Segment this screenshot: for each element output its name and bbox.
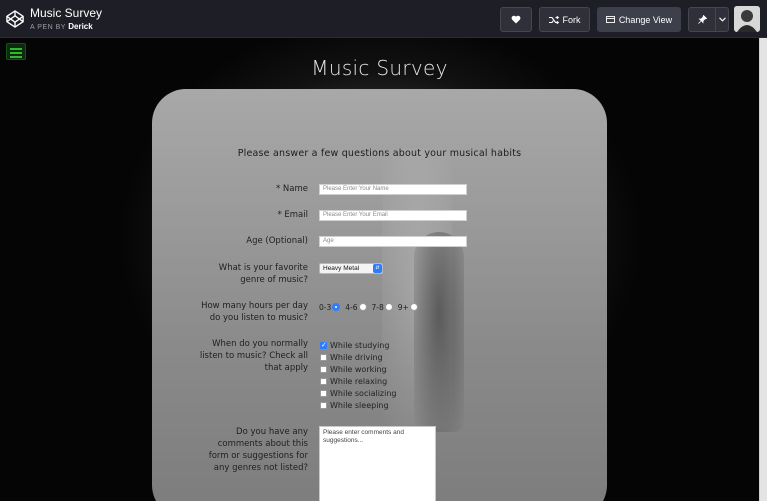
checkbox-label: While driving bbox=[330, 352, 383, 362]
pen-preview: Music Survey Please answer a few questio… bbox=[0, 38, 767, 501]
checkbox-studying[interactable] bbox=[320, 341, 327, 349]
fork-icon bbox=[548, 15, 559, 24]
hours-option-label: 9+ bbox=[397, 302, 409, 312]
change-view-label: Change View bbox=[618, 14, 673, 25]
author-name[interactable]: Derick bbox=[68, 22, 92, 31]
genre-selected-value: Heavy Metal bbox=[323, 265, 360, 272]
name-label: * Name bbox=[275, 184, 308, 194]
comments-textarea[interactable]: Please enter comments and suggestions... bbox=[319, 426, 436, 501]
checkbox-relaxing[interactable] bbox=[320, 377, 327, 385]
avatar-image bbox=[734, 6, 760, 32]
survey-intro: Please answer a few questions about your… bbox=[237, 148, 522, 159]
hours-radio-4-6[interactable] bbox=[358, 303, 367, 311]
pen-author[interactable]: A PEN BY Derick bbox=[30, 22, 93, 31]
checkbox-label: While sleeping bbox=[330, 400, 389, 410]
checkbox-socializing[interactable] bbox=[320, 389, 327, 397]
checkbox-item-socializing[interactable]: While socializing bbox=[320, 387, 397, 399]
user-avatar[interactable] bbox=[734, 6, 760, 32]
age-placeholder: Age bbox=[323, 238, 334, 244]
love-button[interactable] bbox=[500, 7, 532, 32]
heart-icon bbox=[511, 15, 521, 24]
pin-menu-button[interactable] bbox=[715, 7, 729, 32]
checkbox-sleeping[interactable] bbox=[320, 401, 327, 409]
hours-label: How many hours per day do you listen to … bbox=[201, 301, 308, 323]
hours-option-label: 4-6 bbox=[345, 302, 358, 312]
checkbox-label: While working bbox=[330, 364, 387, 374]
email-placeholder: Please Enter Your Email bbox=[323, 212, 388, 218]
name-placeholder: Please Enter Your Name bbox=[323, 186, 389, 192]
checkbox-label: While socializing bbox=[330, 388, 397, 398]
checkbox-item-working[interactable]: While working bbox=[320, 363, 397, 375]
change-view-button[interactable]: Change View bbox=[597, 7, 681, 32]
codepen-header: Music Survey A PEN BY Derick Fork Change… bbox=[0, 0, 767, 38]
hours-option-label: 7-8 bbox=[371, 302, 384, 312]
codepen-logo-icon[interactable] bbox=[6, 10, 24, 28]
pen-by-prefix: A PEN BY bbox=[30, 24, 66, 31]
checkbox-label: While studying bbox=[330, 340, 390, 350]
background-figure bbox=[414, 232, 464, 432]
genre-select[interactable]: Heavy Metal ⇵ bbox=[319, 263, 383, 274]
checkbox-working[interactable] bbox=[320, 365, 327, 373]
fork-button[interactable]: Fork bbox=[539, 7, 590, 32]
hours-radio-9-plus[interactable] bbox=[409, 303, 418, 311]
select-arrows-icon: ⇵ bbox=[373, 264, 382, 273]
page-scrollbar[interactable] bbox=[759, 38, 767, 501]
email-label: * Email bbox=[277, 210, 308, 220]
pin-icon bbox=[697, 15, 707, 24]
hours-radio-0-3[interactable] bbox=[332, 303, 341, 311]
hours-radio-7-8[interactable] bbox=[384, 303, 393, 311]
age-input[interactable]: Age bbox=[319, 236, 467, 247]
hours-radio-group: 0-3 4-6 7-8 9+ bbox=[319, 301, 423, 313]
checkbox-item-relaxing[interactable]: While relaxing bbox=[320, 375, 397, 387]
survey-title: Music Survey bbox=[311, 56, 448, 80]
name-input[interactable]: Please Enter Your Name bbox=[319, 184, 467, 195]
fork-label: Fork bbox=[562, 14, 581, 25]
chevron-down-icon bbox=[718, 17, 726, 22]
layout-icon bbox=[605, 16, 615, 23]
when-checkbox-group: While studying While driving While worki… bbox=[320, 339, 397, 411]
pen-title[interactable]: Music Survey bbox=[30, 6, 102, 20]
checkbox-label: While relaxing bbox=[330, 376, 388, 386]
pin-button[interactable] bbox=[688, 7, 716, 32]
checkbox-driving[interactable] bbox=[320, 353, 327, 361]
checkbox-item-sleeping[interactable]: While sleeping bbox=[320, 399, 397, 411]
hours-option-label: 0-3 bbox=[319, 302, 332, 312]
age-label: Age (Optional) bbox=[246, 236, 308, 246]
checkbox-item-driving[interactable]: While driving bbox=[320, 351, 397, 363]
email-input[interactable]: Please Enter Your Email bbox=[319, 210, 467, 221]
comments-label: Do you have any comments about this form… bbox=[208, 427, 308, 473]
when-label: When do you normally listen to music? Ch… bbox=[199, 339, 308, 373]
comments-placeholder: Please enter comments and suggestions... bbox=[323, 429, 404, 444]
checkbox-item-studying[interactable]: While studying bbox=[320, 339, 397, 351]
genre-label: What is your favorite genre of music? bbox=[218, 263, 308, 285]
